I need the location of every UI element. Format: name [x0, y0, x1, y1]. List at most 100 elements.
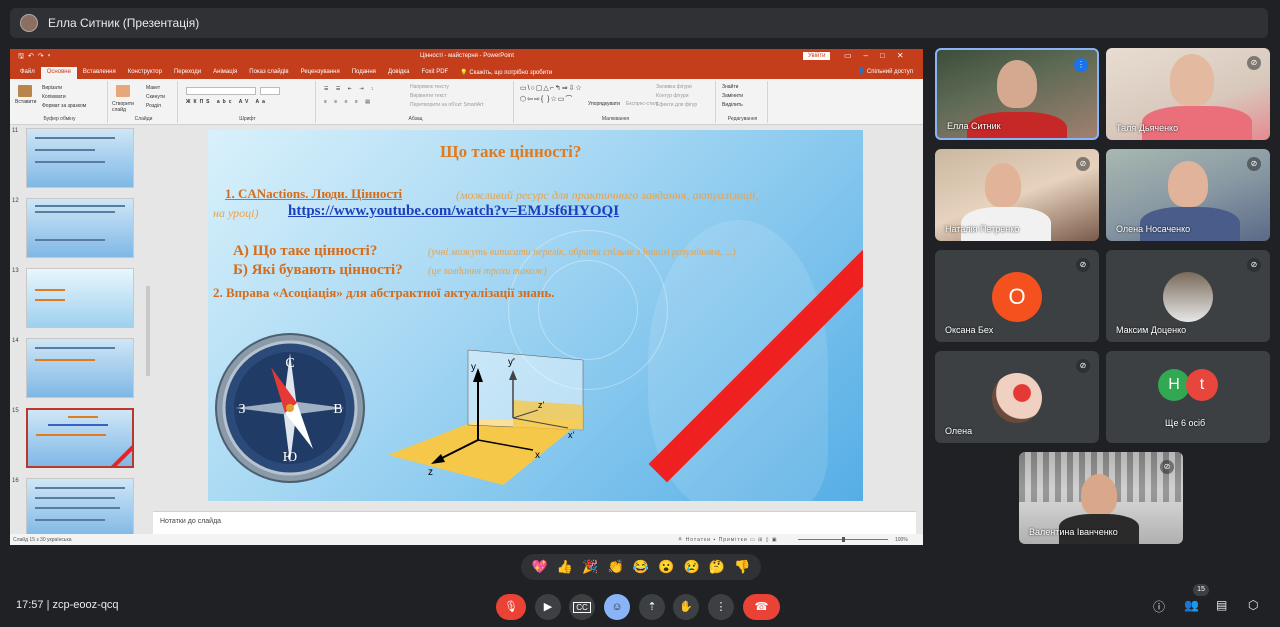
cut-button[interactable]: Вирізати	[42, 85, 62, 91]
mic-off-button[interactable]: 🎙	[496, 594, 526, 620]
raise-hand-button[interactable]: ✋	[673, 594, 699, 620]
tab-review[interactable]: Рецензування	[295, 67, 346, 79]
new-slide-icon[interactable]	[116, 85, 130, 97]
zoom-slider-knob[interactable]	[842, 537, 845, 542]
align-text-button[interactable]: Вирівняти текст	[410, 93, 447, 99]
more-participants-label: Ще 6 осіб	[1165, 418, 1206, 428]
notes-toggle[interactable]: Нотатки	[686, 537, 711, 543]
reaction-thumbs-down-icon[interactable]: 👎	[734, 559, 750, 575]
format-painter-button[interactable]: Формат за зразком	[42, 103, 86, 109]
shared-screen-powerpoint[interactable]: 🖫↶↷▾ Цінності - майстерня - PowerPoint У…	[10, 49, 923, 545]
reaction-sad-icon[interactable]: 😢	[684, 559, 700, 575]
tab-view[interactable]: Подання	[346, 67, 382, 79]
window-controls[interactable]: ▭–□✕	[844, 51, 916, 60]
share-button[interactable]: 👤 Спільний доступ	[858, 68, 913, 75]
mic-off-icon: 🎙	[504, 601, 518, 613]
shapes-gallery[interactable]: ▭\○▢△⌐↰⇒⇩☆	[520, 84, 583, 92]
list-buttons[interactable]: ☰ ☰ ⇤ ⇥ ↕	[324, 86, 376, 92]
text-direction-button[interactable]: Напрямок тексту	[410, 84, 449, 90]
participant-tile[interactable]: ⊘ Олена	[935, 351, 1099, 443]
shape-effects-button[interactable]: Ефекти для фігур	[656, 102, 697, 108]
more-participants-tile[interactable]: Н t Ще 6 осіб	[1106, 351, 1270, 443]
new-slide-button[interactable]: Створити слайд	[112, 101, 140, 113]
thumbnail-slide-13[interactable]	[26, 268, 134, 328]
shape-outline-button[interactable]: Контур фігури	[656, 93, 688, 99]
participant-tile[interactable]: ⊘ Максим Доценко	[1106, 250, 1270, 342]
quick-styles-button[interactable]: Експрес-стилі	[626, 101, 658, 107]
paste-icon[interactable]	[18, 85, 32, 97]
comments-toggle[interactable]: Примітки	[719, 537, 748, 543]
quick-access-icons[interactable]: 🖫↶↷▾	[18, 52, 54, 63]
thumbnail-slide-11[interactable]	[26, 128, 134, 188]
smartart-button[interactable]: Перетворити на об'єкт SmartArt	[410, 102, 483, 108]
zoom-level[interactable]: 100%	[895, 537, 908, 543]
signin-button[interactable]: Увійти	[803, 52, 831, 60]
tab-file[interactable]: Файл	[14, 67, 41, 79]
tab-help[interactable]: Довідка	[382, 67, 416, 79]
self-view-tile[interactable]: ⊘ Валентина Іванченко	[1019, 452, 1183, 544]
reaction-party-icon[interactable]: 🎉	[582, 559, 598, 575]
present-button[interactable]: ⇡	[639, 594, 665, 620]
align-buttons[interactable]: ≡ ≡ ≡ ≡ ▤	[324, 99, 373, 105]
notes-pane[interactable]: Нотатки до слайда	[153, 511, 916, 534]
camera-icon: ▶	[543, 601, 553, 613]
copy-button[interactable]: Копіювати	[42, 94, 66, 100]
paste-button[interactable]: Вставити	[15, 99, 36, 105]
group-label: Буфер обміну	[43, 116, 76, 122]
thumbnails-scrollbar[interactable]	[146, 286, 150, 376]
chat-icon[interactable]: ▤	[1216, 598, 1227, 612]
font-size-select[interactable]	[260, 87, 280, 95]
replace-button[interactable]: Замінити	[722, 93, 743, 99]
tab-home[interactable]: Основне	[40, 67, 77, 79]
tab-slideshow[interactable]: Показ слайдів	[243, 67, 294, 79]
reaction-thumbs-up-icon[interactable]: 👍	[557, 559, 573, 575]
tab-transitions[interactable]: Переходи	[168, 67, 207, 79]
reaction-clap-icon[interactable]: 👏	[608, 559, 624, 575]
leave-call-button[interactable]: ☎	[743, 594, 780, 620]
reset-button[interactable]: Скинути	[146, 94, 165, 100]
font-family-select[interactable]	[186, 87, 256, 95]
reaction-heart-icon[interactable]: 💖	[532, 559, 548, 575]
status-view-buttons[interactable]: ≙ Нотатки ▪ Примітки ▭ ⊞ ▯ ▣	[678, 537, 778, 543]
reaction-surprised-icon[interactable]: 😮	[658, 559, 674, 575]
activities-icon[interactable]: ⬡	[1248, 598, 1258, 612]
youtube-link[interactable]: https://www.youtube.com/watch?v=EMJsf6HY…	[288, 203, 619, 220]
slide-item-1: 1. CANactions. Люди. Цінності	[225, 186, 403, 201]
reaction-laugh-icon[interactable]: 😂	[633, 559, 649, 575]
info-icon[interactable]: ⓘ	[1153, 598, 1165, 615]
more-options-button[interactable]: ⋮	[708, 594, 734, 620]
tab-insert[interactable]: Вставлення	[77, 67, 122, 79]
thumbnail-slide-15[interactable]	[26, 408, 134, 468]
people-icon[interactable]: 👥	[1184, 598, 1199, 612]
tab-animations[interactable]: Анімація	[207, 67, 243, 79]
shape-fill-button[interactable]: Заливка фігури	[656, 84, 692, 90]
captions-button[interactable]: CC	[569, 594, 595, 620]
participant-tile[interactable]: О ⊘ Оксана Бех	[935, 250, 1099, 342]
participant-tile[interactable]: ⊘ Наталія Петренко	[935, 149, 1099, 241]
thumbnail-slide-14[interactable]	[26, 338, 134, 398]
reaction-thinking-icon[interactable]: 🤔	[709, 559, 725, 575]
emoji-button[interactable]: ☺	[604, 594, 630, 620]
select-button[interactable]: Виділить	[722, 102, 743, 108]
layout-button[interactable]: Макет	[146, 85, 160, 91]
slide-15[interactable]: Що таке цінності? 1. CANactions. Люди. Ц…	[208, 130, 863, 501]
find-button[interactable]: Знайти	[722, 84, 738, 90]
people-count-badge: 15	[1193, 584, 1209, 596]
thumbnail-slide-12[interactable]	[26, 198, 134, 258]
arrange-button[interactable]: Упорядкувати	[588, 101, 620, 107]
participant-name: Максим Доценко	[1116, 325, 1187, 335]
avatar: О	[992, 272, 1042, 322]
tab-foxit[interactable]: Foxit PDF	[416, 67, 455, 79]
group-clipboard: Вставити Вирізати Копіювати Формат за зр…	[12, 81, 108, 123]
camera-button[interactable]: ▶	[535, 594, 561, 620]
participant-tile[interactable]: ⋮ Елла Ситник	[935, 48, 1099, 140]
font-format-buttons[interactable]: ЖКПS abc AV Aa	[186, 99, 268, 105]
section-button[interactable]: Розділ	[146, 103, 161, 109]
slide-editor[interactable]: Що таке цінності? 1. CANactions. Люди. Ц…	[153, 126, 916, 511]
tell-me-search[interactable]: 💡 Скажіть, що потрібно зробити	[454, 67, 558, 79]
thumbnail-slide-16[interactable]	[26, 478, 134, 538]
participant-tile[interactable]: ⊘ Олена Носаченко	[1106, 149, 1270, 241]
axis-x2-label: x'	[568, 430, 575, 440]
tab-design[interactable]: Конструктор	[122, 67, 168, 79]
participant-tile[interactable]: ⊘ Таля Дьяченко	[1106, 48, 1270, 140]
